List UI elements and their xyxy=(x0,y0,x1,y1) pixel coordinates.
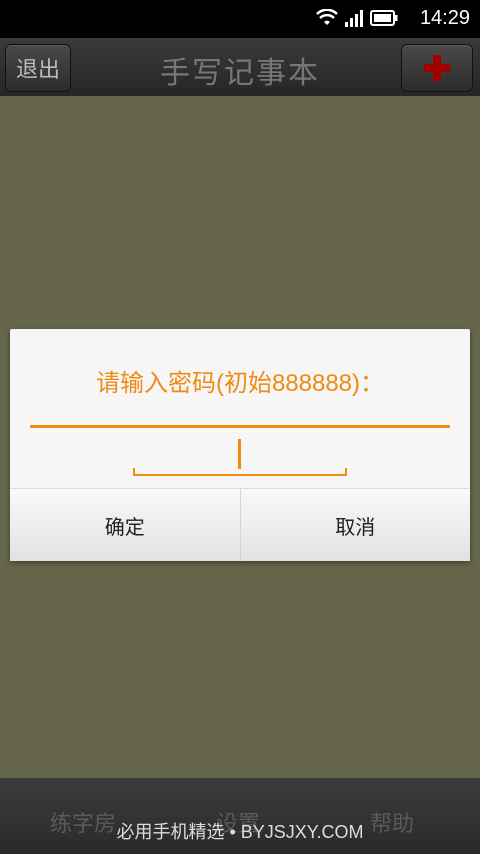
password-dialog: 请输入密码(初始888888)： 确定 取消 xyxy=(10,329,470,561)
title-bar: 退出 手写记事本 xyxy=(0,38,480,96)
input-underline-right-tick xyxy=(345,468,347,476)
plus-icon xyxy=(424,55,450,81)
battery-icon xyxy=(370,10,398,26)
watermark: 必用手机精选 • BYJSJXY.COM xyxy=(116,822,364,842)
wifi-icon xyxy=(316,9,338,25)
signal-icon xyxy=(345,10,363,27)
cancel-button[interactable]: 取消 xyxy=(239,489,470,561)
status-bar: 14:29 xyxy=(0,0,480,38)
input-underline-left-tick xyxy=(133,468,135,476)
status-time: 14:29 xyxy=(419,7,470,29)
add-button[interactable] xyxy=(401,44,473,92)
input-underline xyxy=(133,474,347,476)
password-prompt: 请输入密码(初始888888)： xyxy=(95,370,385,397)
password-input[interactable] xyxy=(133,436,347,476)
confirm-button[interactable]: 确定 xyxy=(10,489,240,561)
text-cursor xyxy=(238,439,241,469)
title-divider xyxy=(30,425,450,428)
dialog-button-row: 确定 取消 xyxy=(10,488,470,561)
status-icons xyxy=(316,9,398,27)
